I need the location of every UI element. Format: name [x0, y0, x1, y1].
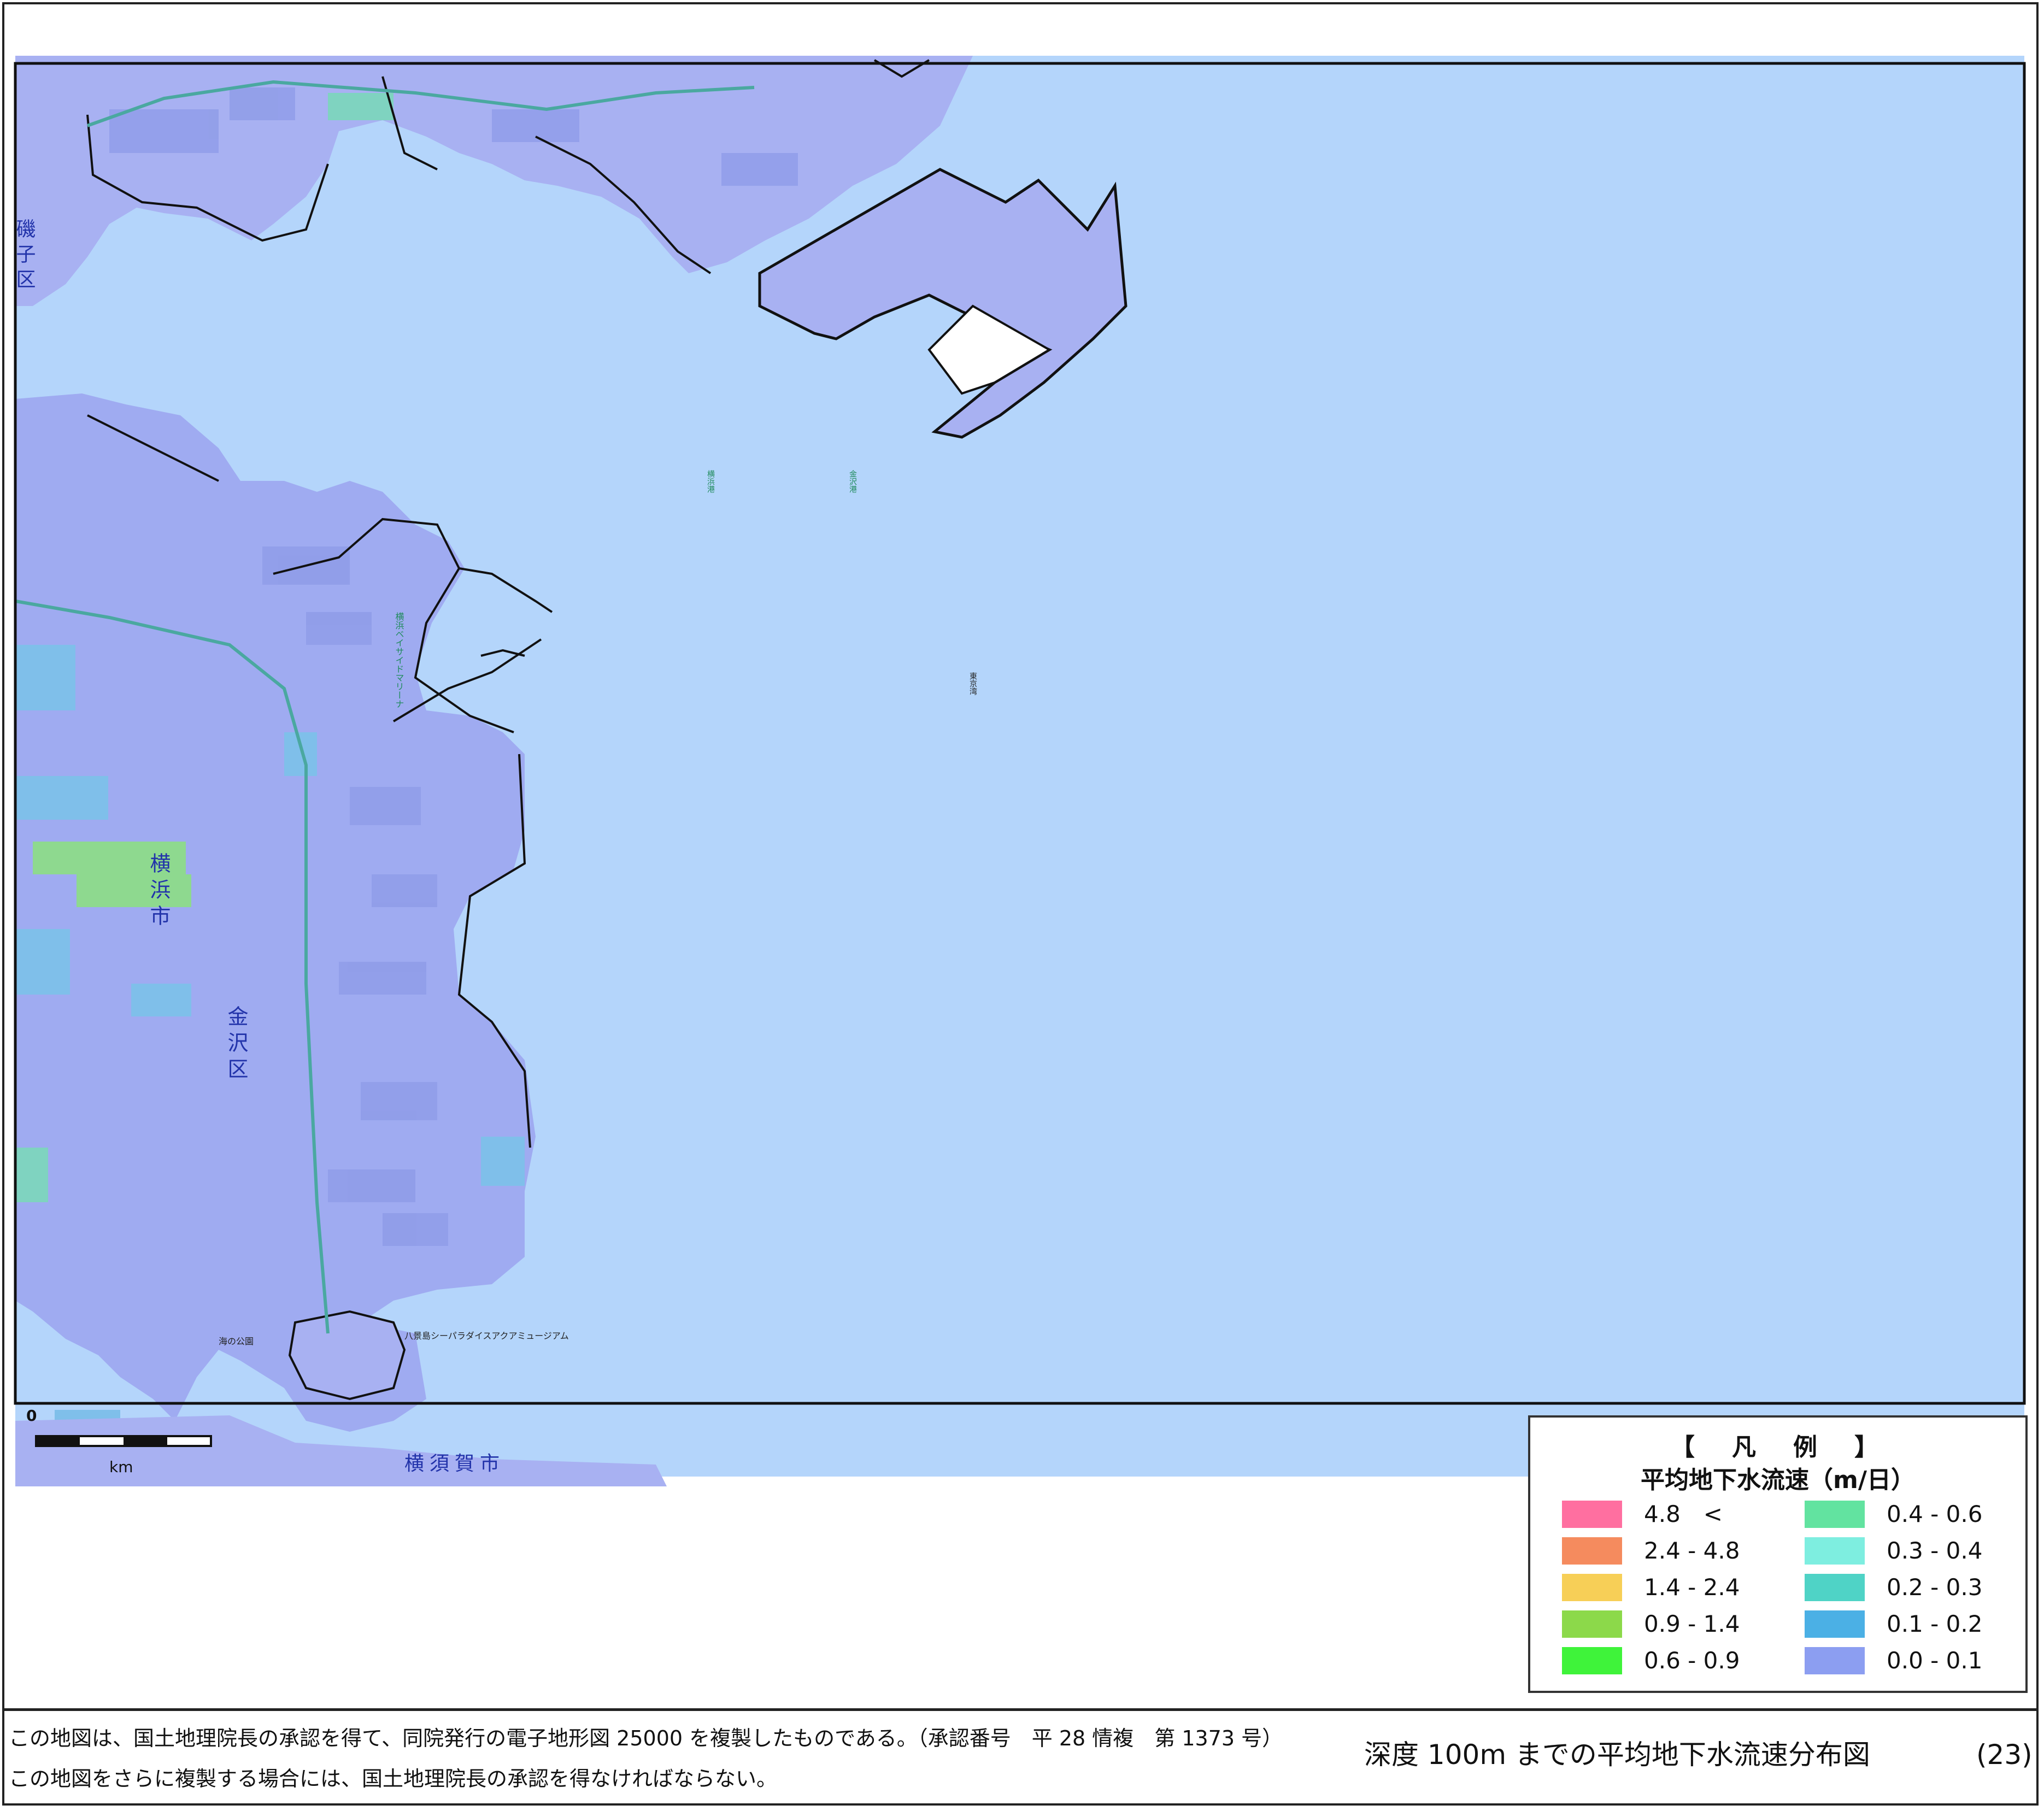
legend-item: 0.9 - 1.4 — [1562, 1609, 1792, 1639]
legend-label: 1.4 - 2.4 — [1644, 1574, 1740, 1601]
scale-unit-label: km — [109, 1458, 133, 1476]
legend-label: 0.2 - 0.3 — [1887, 1574, 1983, 1601]
legend-item: 0.4 - 0.6 — [1805, 1500, 2034, 1529]
legend-label: 0.9 - 1.4 — [1644, 1610, 1740, 1637]
label-yokohama-port: 横浜港 — [706, 470, 715, 493]
copyright-notice: この地図は、国土地理院長の承認を得て、同院発行の電子地形図 25000 を複製し… — [9, 1726, 1283, 1750]
label-kanazawa-ward: 金沢区 — [224, 1006, 248, 1084]
legend-swatch — [1562, 1610, 1622, 1638]
legend-item: 0.0 - 0.1 — [1805, 1646, 2034, 1675]
legend-swatch — [1562, 1574, 1622, 1601]
label-yokosuka-city: 横須賀市 — [404, 1453, 505, 1475]
hakkeijima-island — [288, 1310, 406, 1401]
cell-north-a — [328, 93, 393, 120]
legend-label: 0.1 - 0.2 — [1887, 1610, 1983, 1637]
reproduction-notice: この地図をさらに複製する場合には、国土地理院長の承認を得なければならない。 — [9, 1767, 778, 1791]
label-marina: 横浜ベイサイドマリーナ — [394, 612, 404, 708]
label-hakkeijima: 八景島シーパラダイスアクアミュージアム — [404, 1331, 569, 1341]
legend-swatch — [1805, 1647, 1865, 1674]
legend-swatch — [1562, 1537, 1622, 1565]
scale-zero-label: 0 — [26, 1407, 37, 1425]
map-title: 深度 100m までの平均地下水流速分布図 — [1364, 1739, 1870, 1771]
legend-label: 0.3 - 0.4 — [1887, 1537, 1983, 1564]
map-sheet-number: (23) — [1976, 1739, 2033, 1771]
legend-label: 0.4 - 0.6 — [1887, 1501, 1983, 1527]
legend-item: 0.2 - 0.3 — [1805, 1573, 2034, 1602]
legend-item: 2.4 - 4.8 — [1562, 1536, 1792, 1566]
legend-swatch — [1562, 1501, 1622, 1528]
legend-swatch — [1562, 1647, 1622, 1674]
legend-subtitle: 平均地下水流速（m/日） — [1641, 1466, 1915, 1494]
legend-box: 【 凡 例 】 平均地下水流速（m/日） 4.8 < 2.4 - 4.8 1.4… — [1528, 1415, 2028, 1693]
legend-item: 1.4 - 2.4 — [1562, 1573, 1792, 1602]
legend-label: 2.4 - 4.8 — [1644, 1537, 1740, 1564]
legend-swatch — [1805, 1574, 1865, 1601]
legend-item: 0.3 - 0.4 — [1805, 1536, 2034, 1566]
label-tokyo-bay: 東京湾 — [968, 672, 977, 695]
footer-divider — [4, 1708, 2039, 1711]
legend-label: 0.6 - 0.9 — [1644, 1647, 1740, 1674]
legend-item: 4.8 < — [1562, 1500, 1792, 1529]
legend-item: 0.6 - 0.9 — [1562, 1646, 1792, 1675]
legend-title: 【 凡 例 】 — [1671, 1433, 1885, 1461]
legend-item: 0.1 - 0.2 — [1805, 1609, 2034, 1639]
label-isogo-ward: 磯子区 — [13, 219, 36, 294]
legend-label: 4.8 < — [1644, 1501, 1723, 1527]
legend-label: 0.0 - 0.1 — [1887, 1647, 1983, 1674]
label-yokohama-city: 横浜市 — [146, 852, 171, 931]
legend-swatch — [1805, 1501, 1865, 1528]
map-canvas[interactable]: 横浜市 金沢区 磯子区 横須賀市 八景島シーパラダイスアクアミュージアム 海の公… — [0, 0, 2044, 1486]
label-kanazawa-port: 金沢港 — [848, 470, 857, 493]
legend-swatch — [1805, 1537, 1865, 1565]
label-umi-no-koen: 海の公園 — [219, 1336, 254, 1347]
legend-swatch — [1805, 1610, 1865, 1638]
